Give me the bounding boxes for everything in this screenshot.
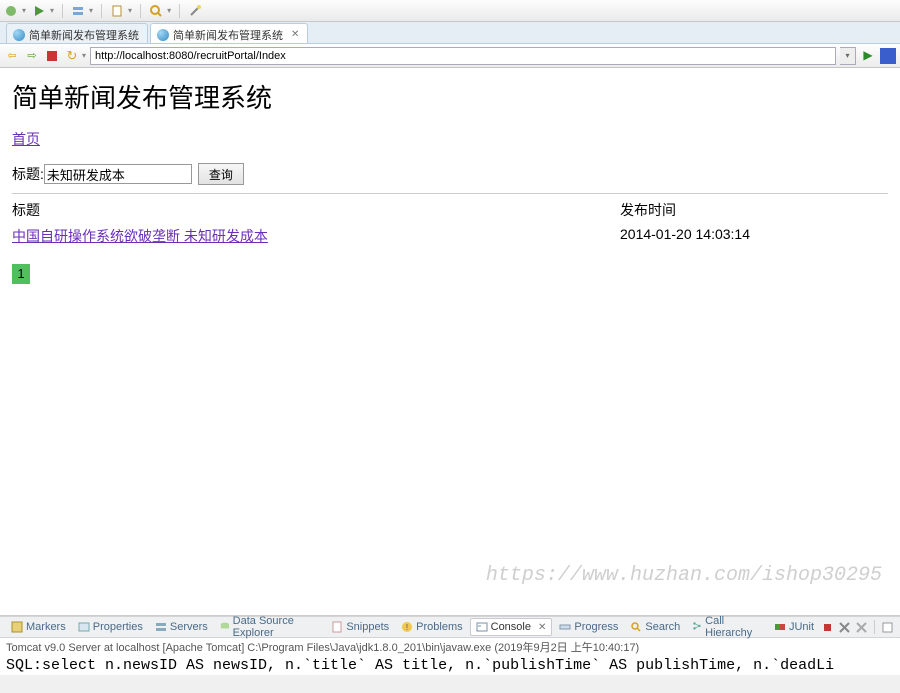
dropdown-icon[interactable]: ▾ bbox=[50, 6, 54, 15]
view-tab-datasource[interactable]: Data Source Explorer bbox=[215, 613, 325, 641]
view-tab-progress[interactable]: Progress bbox=[554, 619, 623, 635]
separator bbox=[140, 4, 141, 18]
dropdown-icon[interactable]: ▾ bbox=[167, 6, 171, 15]
view-tab-markers[interactable]: Markers bbox=[6, 619, 71, 635]
dropdown-icon[interactable]: ▾ bbox=[128, 6, 132, 15]
junit-icon bbox=[774, 621, 786, 633]
view-tab-snippets[interactable]: Snippets bbox=[326, 619, 394, 635]
hierarchy-icon bbox=[692, 621, 702, 633]
refresh-button[interactable]: ↻ bbox=[64, 48, 80, 64]
server-icon[interactable] bbox=[71, 4, 85, 18]
watermark: https://www.huzhan.com/ishop30295 bbox=[486, 564, 882, 587]
news-time: 2014-01-20 14:03:14 bbox=[620, 226, 888, 246]
editor-tabs: 简单新闻发布管理系统 简单新闻发布管理系统 ✕ bbox=[0, 22, 900, 44]
run-icon[interactable] bbox=[32, 4, 46, 18]
col-header-time: 发布时间 bbox=[620, 200, 888, 220]
pagination: 1 bbox=[12, 264, 888, 284]
svg-text:!: ! bbox=[406, 623, 408, 632]
dropdown-icon[interactable]: ▾ bbox=[82, 51, 86, 60]
search-label: 标题: bbox=[12, 164, 44, 184]
progress-icon bbox=[559, 621, 571, 633]
views-tab-bar: Markers Properties Servers Data Source E… bbox=[0, 616, 900, 638]
terminate-icon[interactable] bbox=[821, 621, 834, 634]
home-link[interactable]: 首页 bbox=[12, 131, 40, 147]
view-tab-servers[interactable]: Servers bbox=[150, 619, 213, 635]
back-button[interactable]: ⇦ bbox=[4, 48, 20, 64]
stop-button[interactable] bbox=[44, 48, 60, 64]
console-icon bbox=[476, 621, 488, 633]
globe-icon bbox=[157, 29, 169, 41]
globe-icon bbox=[13, 29, 25, 41]
editor-tab[interactable]: 简单新闻发布管理系统 bbox=[6, 23, 148, 43]
dropdown-icon[interactable]: ▾ bbox=[22, 6, 26, 15]
new-icon[interactable] bbox=[110, 4, 124, 18]
view-tab-properties[interactable]: Properties bbox=[73, 619, 148, 635]
remove-all-icon[interactable] bbox=[855, 621, 868, 634]
search-icon bbox=[630, 621, 642, 633]
search-icon[interactable] bbox=[149, 4, 163, 18]
snippets-icon bbox=[331, 621, 343, 633]
problems-icon: ! bbox=[401, 621, 413, 633]
view-tab-problems[interactable]: !Problems bbox=[396, 619, 467, 635]
table-row: 中国自研操作系统欲破垄断 未知研发成本 2014-01-20 14:03:14 bbox=[12, 224, 888, 248]
url-input[interactable] bbox=[90, 47, 836, 65]
clear-console-icon[interactable] bbox=[881, 621, 894, 634]
go-button[interactable]: ▶ bbox=[860, 48, 876, 64]
divider bbox=[12, 193, 888, 194]
separator bbox=[179, 4, 180, 18]
tab-label: 简单新闻发布管理系统 bbox=[29, 27, 139, 43]
table-header: 标题 发布时间 bbox=[12, 196, 888, 224]
col-header-title: 标题 bbox=[12, 200, 620, 220]
view-tab-junit[interactable]: JUnit bbox=[769, 619, 819, 635]
editor-tab[interactable]: 简单新闻发布管理系统 ✕ bbox=[150, 23, 308, 43]
wand-icon[interactable] bbox=[188, 4, 202, 18]
close-icon[interactable]: ✕ bbox=[538, 622, 546, 633]
browser-viewport: 简单新闻发布管理系统 首页 标题: 查询 标题 发布时间 中国自研操作系统欲破垄… bbox=[0, 68, 900, 616]
view-tab-search[interactable]: Search bbox=[625, 619, 685, 635]
page-title: 简单新闻发布管理系统 bbox=[12, 78, 888, 115]
view-tab-callhierarchy[interactable]: Call Hierarchy bbox=[687, 613, 767, 641]
properties-icon bbox=[78, 621, 90, 633]
browser-nav-bar: ⇦ ⇨ ↻ ▾ ▾ ▶ bbox=[0, 44, 900, 68]
main-toolbar: ▾ ▾ ▾ ▾ ▾ bbox=[0, 0, 900, 22]
search-button[interactable]: 查询 bbox=[198, 163, 244, 185]
separator bbox=[101, 4, 102, 18]
separator bbox=[62, 4, 63, 18]
forward-button[interactable]: ⇨ bbox=[24, 48, 40, 64]
servers-icon bbox=[155, 621, 167, 633]
console-output[interactable]: SQL:select n.newsID AS newsID, n.`title`… bbox=[0, 655, 900, 675]
url-dropdown[interactable]: ▾ bbox=[840, 47, 856, 65]
search-form: 标题: 查询 bbox=[12, 163, 888, 185]
news-title-link[interactable]: 中国自研操作系统欲破垄断 未知研发成本 bbox=[12, 228, 268, 244]
separator bbox=[874, 620, 875, 634]
remove-launch-icon[interactable] bbox=[838, 621, 851, 634]
page-number-current[interactable]: 1 bbox=[12, 264, 30, 284]
console-toolbar bbox=[821, 620, 894, 634]
dropdown-icon[interactable]: ▾ bbox=[89, 6, 93, 15]
markers-icon bbox=[11, 621, 23, 633]
close-icon[interactable]: ✕ bbox=[291, 29, 299, 40]
title-search-input[interactable] bbox=[44, 164, 192, 184]
datasource-icon bbox=[220, 621, 230, 633]
tab-label: 简单新闻发布管理系统 bbox=[173, 27, 283, 43]
view-tab-console[interactable]: Console✕ bbox=[470, 618, 553, 636]
external-browser-button[interactable] bbox=[880, 48, 896, 64]
debug-icon[interactable] bbox=[4, 4, 18, 18]
